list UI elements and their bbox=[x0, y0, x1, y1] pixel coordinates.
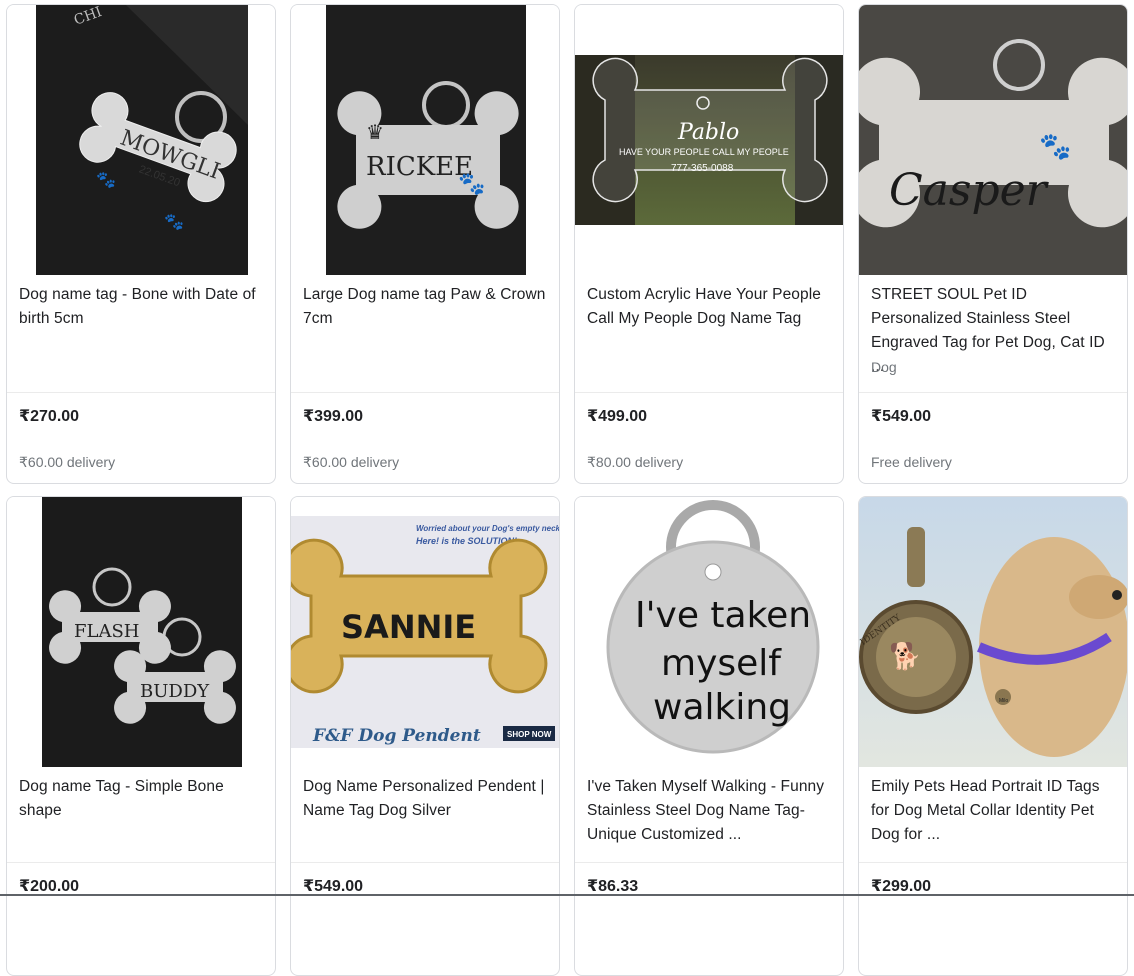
divider bbox=[291, 392, 559, 393]
product-card[interactable]: I've taken myself walking I've Taken Mys… bbox=[574, 496, 844, 976]
product-title[interactable]: I've Taken Myself Walking - Funny Stainl… bbox=[587, 775, 835, 847]
paw-icon: 🐾 bbox=[458, 171, 485, 196]
product-category: Dog bbox=[871, 359, 897, 375]
product-title[interactable]: Emily Pets Head Portrait ID Tags for Dog… bbox=[871, 775, 1119, 847]
paw-icon: 🐾 bbox=[96, 172, 116, 189]
tag-name: Milo bbox=[999, 698, 1008, 704]
product-grid: CHI MOWGLI 22.05.20 🐾 🐾 Dog name tag - B… bbox=[6, 4, 1130, 976]
engraving-text: walking bbox=[653, 687, 791, 728]
product-price: ₹499.00 bbox=[587, 408, 648, 425]
product-card[interactable]: Worried about your Dog's empty neck? Her… bbox=[290, 496, 560, 976]
product-image[interactable]: Pablo HAVE YOUR PEOPLE CALL MY PEOPLE 77… bbox=[575, 5, 843, 275]
product-price: ₹549.00 bbox=[303, 878, 364, 895]
product-image[interactable]: I've taken myself walking bbox=[575, 497, 843, 767]
product-image[interactable]: Casper 🐾 bbox=[859, 5, 1127, 275]
engraving-phone: 777-365-0088 bbox=[671, 163, 734, 174]
divider bbox=[7, 392, 275, 393]
divider bbox=[859, 392, 1127, 393]
dog-head-icon: 🐕 bbox=[889, 641, 921, 671]
engraving-text: Pablo bbox=[677, 120, 739, 145]
product-image[interactable]: RICKEE ♛ 🐾 bbox=[291, 5, 559, 275]
product-title[interactable]: Dog Name Personalized Pendent | Name Tag… bbox=[303, 775, 551, 823]
banner-text: Worried about your Dog's empty neck? bbox=[416, 524, 560, 533]
product-image[interactable]: CHI MOWGLI 22.05.20 🐾 🐾 bbox=[7, 5, 275, 275]
delivery-info: Free delivery bbox=[871, 454, 952, 470]
engraving-text: myself bbox=[661, 643, 782, 684]
delivery-info: ₹60.00 delivery bbox=[303, 454, 400, 470]
product-card[interactable]: Milo IDENTITY 🐕 Emily Pets Head Portrait… bbox=[858, 496, 1128, 976]
divider bbox=[7, 862, 275, 863]
divider bbox=[575, 862, 843, 863]
product-image[interactable]: FLASH BUDDY bbox=[7, 497, 275, 767]
product-price: ₹299.00 bbox=[871, 878, 932, 895]
product-price: ₹549.00 bbox=[871, 408, 932, 425]
engraving-text: I've taken bbox=[635, 595, 811, 636]
divider bbox=[291, 862, 559, 863]
engraving-text: Casper bbox=[889, 165, 1050, 216]
product-image[interactable]: Worried about your Dog's empty neck? Her… bbox=[291, 497, 560, 767]
product-card[interactable]: CHI MOWGLI 22.05.20 🐾 🐾 Dog name tag - B… bbox=[6, 4, 276, 484]
product-image[interactable]: Milo IDENTITY 🐕 bbox=[859, 497, 1127, 767]
page-bottom-border bbox=[0, 894, 1134, 896]
engraving-text: SANNIE bbox=[341, 608, 476, 646]
engraving-text: FLASH bbox=[74, 621, 139, 642]
product-price: ₹200.00 bbox=[19, 878, 80, 895]
product-price: ₹86.33 bbox=[587, 878, 639, 895]
product-card[interactable]: Pablo HAVE YOUR PEOPLE CALL MY PEOPLE 77… bbox=[574, 4, 844, 484]
delivery-info: ₹60.00 delivery bbox=[19, 454, 116, 470]
shop-now-label: SHOP NOW bbox=[507, 730, 552, 739]
product-card[interactable]: RICKEE ♛ 🐾 Large Dog name tag Paw & Crow… bbox=[290, 4, 560, 484]
product-card[interactable]: Casper 🐾 STREET SOUL Pet ID Personalized… bbox=[858, 4, 1128, 484]
brand-text: F&F Dog Pendent bbox=[312, 726, 481, 746]
crown-icon: ♛ bbox=[366, 122, 384, 144]
divider bbox=[859, 862, 1127, 863]
product-title[interactable]: Custom Acrylic Have Your People Call My … bbox=[587, 283, 835, 331]
delivery-info: ₹80.00 delivery bbox=[587, 454, 684, 470]
product-title[interactable]: Dog name tag - Bone with Date of birth 5… bbox=[19, 283, 267, 331]
product-title[interactable]: STREET SOUL Pet ID Personalized Stainles… bbox=[871, 283, 1119, 379]
product-price: ₹270.00 bbox=[19, 408, 80, 425]
divider bbox=[575, 392, 843, 393]
product-title[interactable]: Dog name Tag - Simple Bone shape bbox=[19, 775, 267, 823]
engraving-text: BUDDY bbox=[140, 681, 210, 702]
paw-icon: 🐾 bbox=[164, 214, 184, 231]
paw-icon: 🐾 bbox=[1039, 131, 1071, 161]
product-price: ₹399.00 bbox=[303, 408, 364, 425]
engraving-line: HAVE YOUR PEOPLE CALL MY PEOPLE bbox=[619, 147, 789, 157]
product-card[interactable]: FLASH BUDDY Dog name Tag - Simple Bone s… bbox=[6, 496, 276, 976]
product-title[interactable]: Large Dog name tag Paw & Crown 7cm bbox=[303, 283, 551, 331]
